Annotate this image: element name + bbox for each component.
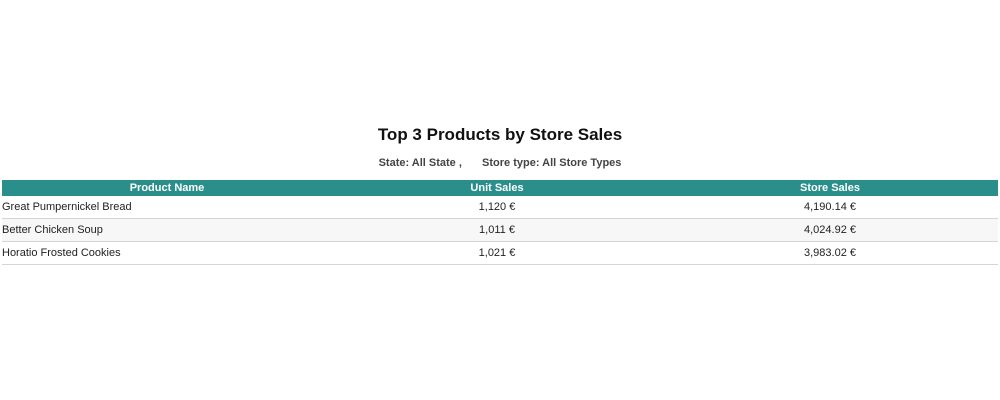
product-name-cell: Horatio Frosted Cookies — [2, 241, 332, 265]
store-sales-cell: 3,983.02 € — [662, 241, 998, 265]
sales-table: Product Name Unit Sales Store Sales Grea… — [2, 180, 998, 265]
report-title: Top 3 Products by Store Sales — [377, 125, 623, 144]
state-filter: State: All State , — [378, 157, 462, 169]
table-header-row: Product Name Unit Sales Store Sales — [2, 180, 998, 196]
product-name-cell: Better Chicken Soup — [2, 218, 332, 242]
unit-sales-cell: 1,011 € — [332, 218, 662, 242]
product-name-cell: Great Pumpernickel Bread — [2, 196, 332, 219]
table-row[interactable]: Horatio Frosted Cookies 1,021 € 3,983.02… — [2, 241, 998, 265]
table-row[interactable]: Great Pumpernickel Bread 1,120 € 4,190.1… — [2, 196, 998, 219]
store-sales-cell: 4,024.92 € — [662, 218, 998, 242]
filter-summary: State: All State , Store type: All Store… — [0, 150, 1000, 176]
report-panel: Top 3 Products by Store Sales State: All… — [0, 120, 1000, 265]
unit-sales-cell: 1,120 € — [332, 196, 662, 219]
store-type-filter: Store type: All Store Types — [482, 157, 622, 169]
column-header-product-name[interactable]: Product Name — [2, 180, 332, 196]
column-header-store-sales[interactable]: Store Sales — [662, 180, 998, 196]
table-row[interactable]: Better Chicken Soup 1,011 € 4,024.92 € — [2, 218, 998, 242]
store-sales-cell: 4,190.14 € — [662, 196, 998, 219]
column-header-unit-sales[interactable]: Unit Sales — [332, 180, 662, 196]
unit-sales-cell: 1,021 € — [332, 241, 662, 265]
